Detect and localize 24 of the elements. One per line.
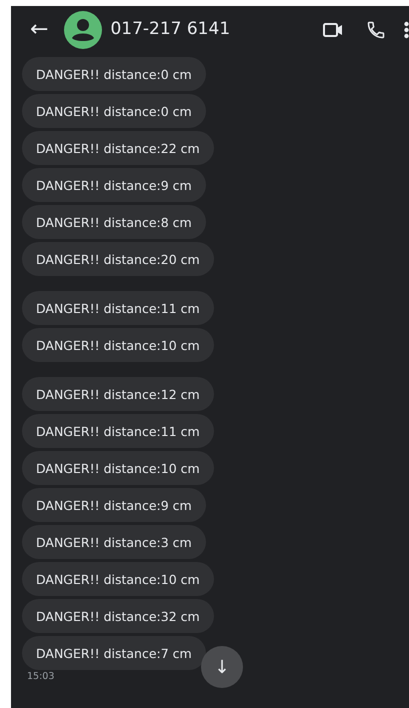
- message-bubble: DANGER!! distance:11 cm: [22, 414, 214, 448]
- message-bubble: DANGER!! distance:12 cm: [22, 377, 214, 411]
- video-call-icon[interactable]: [322, 21, 344, 39]
- avatar-icon[interactable]: [64, 11, 102, 49]
- message-bubble: DANGER!! distance:9 cm: [22, 168, 206, 202]
- message-bubble: DANGER!! distance:3 cm: [22, 525, 206, 559]
- scroll-down-button[interactable]: ↓: [201, 646, 243, 688]
- message-bubble: DANGER!! distance:22 cm: [22, 131, 214, 165]
- message-bubble: DANGER!! distance:10 cm: [22, 451, 214, 485]
- phone-icon[interactable]: [366, 20, 386, 40]
- more-menu-icon[interactable]: [404, 21, 409, 39]
- message-bubble: DANGER!! distance:0 cm: [22, 94, 206, 128]
- back-button[interactable]: ←: [30, 19, 48, 41]
- message-bubble: DANGER!! distance:7 cm: [22, 636, 206, 670]
- message-bubble: DANGER!! distance:32 cm: [22, 599, 214, 633]
- timestamp: 15:03: [26, 670, 56, 684]
- message-bubble: DANGER!! distance:20 cm: [22, 242, 214, 276]
- message-bubble: DANGER!! distance:0 cm: [22, 57, 206, 91]
- contact-number: 017-217 6141: [110, 18, 230, 42]
- message-bubble: DANGER!! distance:10 cm: [22, 562, 214, 596]
- message-bubble: DANGER!! distance:9 cm: [22, 488, 206, 522]
- message-bubble: DANGER!! distance:11 cm: [22, 291, 214, 325]
- message-bubble: DANGER!! distance:10 cm: [22, 328, 214, 362]
- message-bubble: DANGER!! distance:8 cm: [22, 205, 206, 239]
